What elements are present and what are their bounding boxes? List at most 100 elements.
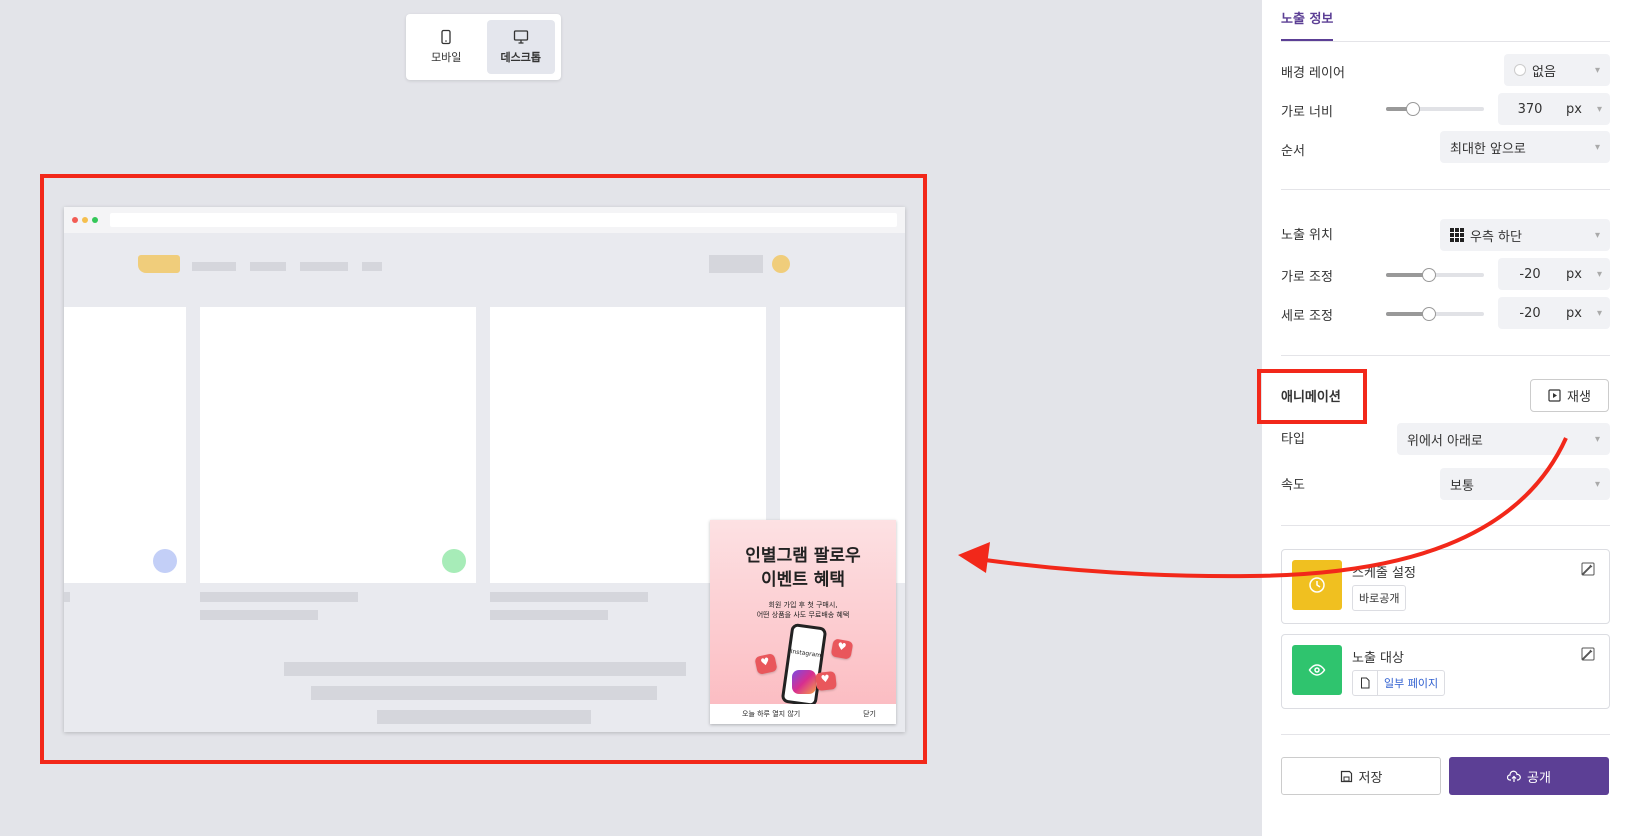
width-slider[interactable] xyxy=(1386,102,1484,116)
section-divider xyxy=(1281,355,1610,356)
chevron-down-icon: ▾ xyxy=(1596,268,1602,280)
y-offset-value: -20 xyxy=(1519,305,1541,321)
x-offset-unit: px xyxy=(1566,266,1582,282)
mobile-icon xyxy=(441,29,451,45)
background-layer-select[interactable]: 없음 ▾ xyxy=(1504,54,1610,86)
heart-icon xyxy=(830,638,854,660)
save-icon xyxy=(1340,770,1352,782)
chevron-down-icon: ▾ xyxy=(1594,433,1600,445)
background-layer-label: 배경 레이어 xyxy=(1281,66,1345,81)
text-placeholder xyxy=(200,592,358,602)
play-button-highlight xyxy=(1257,369,1367,424)
edit-icon[interactable] xyxy=(1581,562,1595,576)
play-button-label: 재생 xyxy=(1567,390,1591,405)
popup-footer: 오늘 하루 열지 않기 닫기 xyxy=(710,704,896,724)
chevron-down-icon: ▾ xyxy=(1596,307,1602,319)
target-chip[interactable]: 일부 페이지 xyxy=(1352,670,1446,696)
width-label: 가로 너비 xyxy=(1281,105,1333,120)
x-offset-input[interactable]: -20 px ▾ xyxy=(1498,258,1610,290)
y-offset-slider-knob[interactable] xyxy=(1422,307,1437,321)
mobile-view-button[interactable]: 모바일 xyxy=(412,20,481,74)
text-placeholder xyxy=(377,710,591,724)
animation-speed-select[interactable]: 보통 ▾ xyxy=(1440,468,1610,500)
nav-button-placeholder xyxy=(709,255,763,273)
desktop-icon xyxy=(513,30,528,44)
section-divider xyxy=(1281,525,1610,526)
schedule-chip-label: 바로공개 xyxy=(1359,592,1400,605)
y-offset-label: 세로 조정 xyxy=(1281,309,1333,324)
save-button[interactable]: 저장 xyxy=(1281,757,1441,795)
browser-title-bar xyxy=(64,207,905,233)
order-label: 순서 xyxy=(1281,144,1305,159)
text-placeholder xyxy=(490,592,648,602)
edit-icon[interactable] xyxy=(1581,647,1595,661)
grid-position-icon xyxy=(1450,228,1464,242)
section-divider xyxy=(1281,189,1610,190)
animation-type-select[interactable]: 위에서 아래로 ▾ xyxy=(1397,423,1610,455)
browser-url-bar xyxy=(110,213,897,227)
y-offset-input[interactable]: -20 px ▾ xyxy=(1498,297,1610,329)
text-placeholder xyxy=(200,610,318,620)
chevron-down-icon: ▾ xyxy=(1594,478,1600,490)
text-placeholder xyxy=(490,610,608,620)
order-select[interactable]: 최대한 앞으로 ▾ xyxy=(1440,131,1610,163)
popup-close-link[interactable]: 닫기 xyxy=(863,709,876,719)
animation-type-label: 타입 xyxy=(1281,432,1305,447)
chevron-down-icon: ▾ xyxy=(1594,64,1600,76)
popup-preview: 인별그램 팔로우 이벤트 혜택 회원 가입 후 첫 구매시, 어떤 상품을 사도… xyxy=(710,520,896,724)
y-offset-slider[interactable] xyxy=(1386,307,1484,321)
nav-placeholder xyxy=(250,262,286,271)
avatar-placeholder xyxy=(772,255,790,273)
chevron-down-icon: ▾ xyxy=(1594,141,1600,153)
order-value: 최대한 앞으로 xyxy=(1450,141,1526,157)
color-swatch-icon xyxy=(1514,64,1526,76)
heart-icon xyxy=(754,653,778,675)
nav-placeholder xyxy=(192,262,236,271)
schedule-chip: 바로공개 xyxy=(1352,585,1407,611)
mobile-view-label: 모바일 xyxy=(431,51,462,64)
x-offset-slider-knob[interactable] xyxy=(1422,268,1437,282)
width-slider-knob[interactable] xyxy=(1406,102,1421,116)
page-icon xyxy=(1361,677,1370,689)
phone-illustration: Instagram xyxy=(780,622,828,708)
content-card-placeholder xyxy=(64,307,186,583)
x-offset-slider[interactable] xyxy=(1386,268,1484,282)
chevron-down-icon: ▾ xyxy=(1594,229,1600,241)
animation-type-value: 위에서 아래로 xyxy=(1407,433,1483,449)
desktop-view-label: 데스크톱 xyxy=(500,51,541,64)
y-offset-unit: px xyxy=(1566,305,1582,321)
section-divider xyxy=(1281,734,1610,735)
clock-icon xyxy=(1309,577,1325,593)
chip-separator xyxy=(1377,670,1378,696)
card-dot-placeholder xyxy=(442,549,466,573)
text-placeholder xyxy=(284,662,686,676)
nav-placeholder xyxy=(362,262,382,271)
instagram-icon xyxy=(792,670,816,694)
schedule-title: 스케줄 설정 xyxy=(1352,566,1416,581)
nav-placeholder xyxy=(300,262,348,271)
play-icon xyxy=(1548,389,1561,402)
width-input[interactable]: 370 px ▾ xyxy=(1498,93,1610,125)
tab-display-info[interactable]: 노출 정보 xyxy=(1281,8,1334,41)
target-chip-label: 일부 페이지 xyxy=(1384,677,1439,690)
width-unit: px xyxy=(1566,101,1582,117)
minimize-dot-icon xyxy=(82,217,88,223)
site-nav-placeholder xyxy=(64,233,905,305)
content-card-placeholder xyxy=(200,307,476,583)
save-button-label: 저장 xyxy=(1358,770,1383,786)
close-dot-icon xyxy=(72,217,78,223)
position-select[interactable]: 우측 하단 ▾ xyxy=(1440,219,1610,251)
popup-subtitle: 회원 가입 후 첫 구매시, 어떤 상품을 사도 무료배송 혜택 xyxy=(756,601,850,619)
hide-today-link[interactable]: 오늘 하루 열지 않기 xyxy=(742,709,800,719)
desktop-view-button[interactable]: 데스크톱 xyxy=(486,20,555,74)
play-animation-button[interactable]: 재생 xyxy=(1530,379,1609,412)
target-card: 노출 대상 일부 페이지 xyxy=(1281,634,1610,709)
phone-screen-text: Instagram xyxy=(790,648,822,660)
preview-browser-window: 인별그램 팔로우 이벤트 혜택 회원 가입 후 첫 구매시, 어떤 상품을 사도… xyxy=(64,207,905,732)
publish-button[interactable]: 공개 xyxy=(1449,757,1609,795)
device-toggle: 모바일 데스크톱 xyxy=(406,14,561,80)
eye-icon xyxy=(1308,664,1326,676)
target-title: 노출 대상 xyxy=(1352,651,1404,666)
schedule-card: 스케줄 설정 바로공개 xyxy=(1281,549,1610,624)
animation-speed-label: 속도 xyxy=(1281,478,1305,493)
